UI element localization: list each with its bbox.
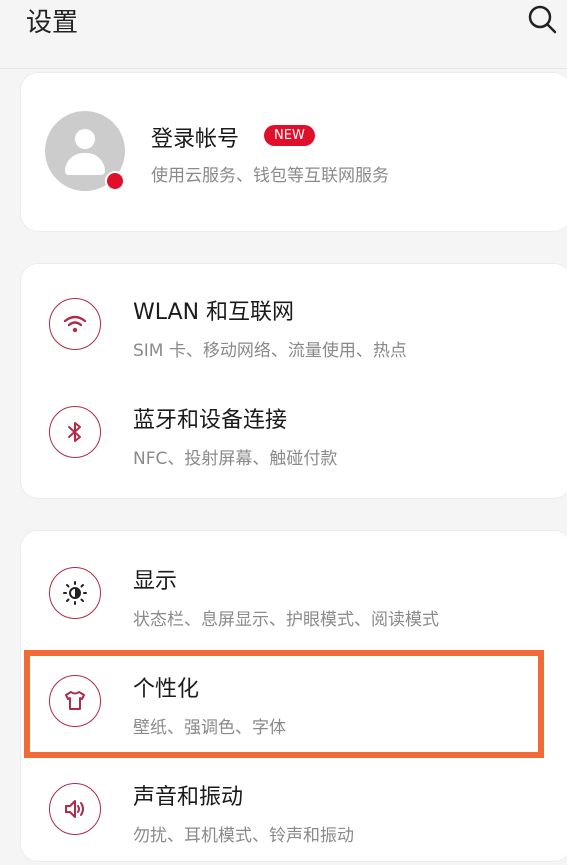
bluetooth-icon [49,406,101,458]
wifi-icon [49,298,101,350]
notification-dot [105,171,125,191]
display-settings-group: 显示 状态栏、息屏显示、护眼模式、阅读模式 个性化 壁纸、强调色、字体 声音和振… [20,530,567,862]
search-button[interactable] [527,4,557,34]
settings-item-subtitle: NFC、投射屏幕、触碰付款 [133,449,338,469]
new-badge: NEW [264,125,315,146]
settings-item-title: 蓝牙和设备连接 [133,408,288,433]
settings-item-title: WLAN 和互联网 [133,300,295,325]
settings-item-subtitle: 壁纸、强调色、字体 [133,718,286,738]
search-icon [528,5,557,34]
settings-item-subtitle: SIM 卡、移动网络、流量使用、热点 [133,341,407,361]
settings-item-subtitle: 状态栏、息屏显示、护眼模式、阅读模式 [133,610,439,630]
header-bar: 设置 [0,0,567,69]
settings-item-wlan[interactable]: WLAN 和互联网 SIM 卡、移动网络、流量使用、热点 [21,272,567,380]
settings-item-subtitle: 勿扰、耳机模式、铃声和振动 [133,826,354,846]
network-settings-group: WLAN 和互联网 SIM 卡、移动网络、流量使用、热点 蓝牙和设备连接 NFC… [20,263,567,499]
page-title: 设置 [26,8,79,38]
speaker-icon [49,783,101,835]
settings-item-title: 声音和振动 [133,785,244,810]
account-title: 登录帐号 [151,127,240,152]
settings-item-title: 显示 [133,569,178,594]
account-subtitle: 使用云服务、钱包等互联网服务 [151,166,389,186]
brightness-icon [49,567,101,619]
tshirt-icon [49,675,101,727]
settings-item-display[interactable]: 显示 状态栏、息屏显示、护眼模式、阅读模式 [21,541,567,649]
settings-item-personalization[interactable]: 个性化 壁纸、强调色、字体 [21,649,567,757]
settings-item-bluetooth[interactable]: 蓝牙和设备连接 NFC、投射屏幕、触碰付款 [21,380,567,488]
settings-item-title: 个性化 [133,677,200,702]
settings-item-sound[interactable]: 声音和振动 勿扰、耳机模式、铃声和振动 [21,757,567,865]
account-card[interactable]: 登录帐号 NEW 使用云服务、钱包等互联网服务 [20,72,567,232]
